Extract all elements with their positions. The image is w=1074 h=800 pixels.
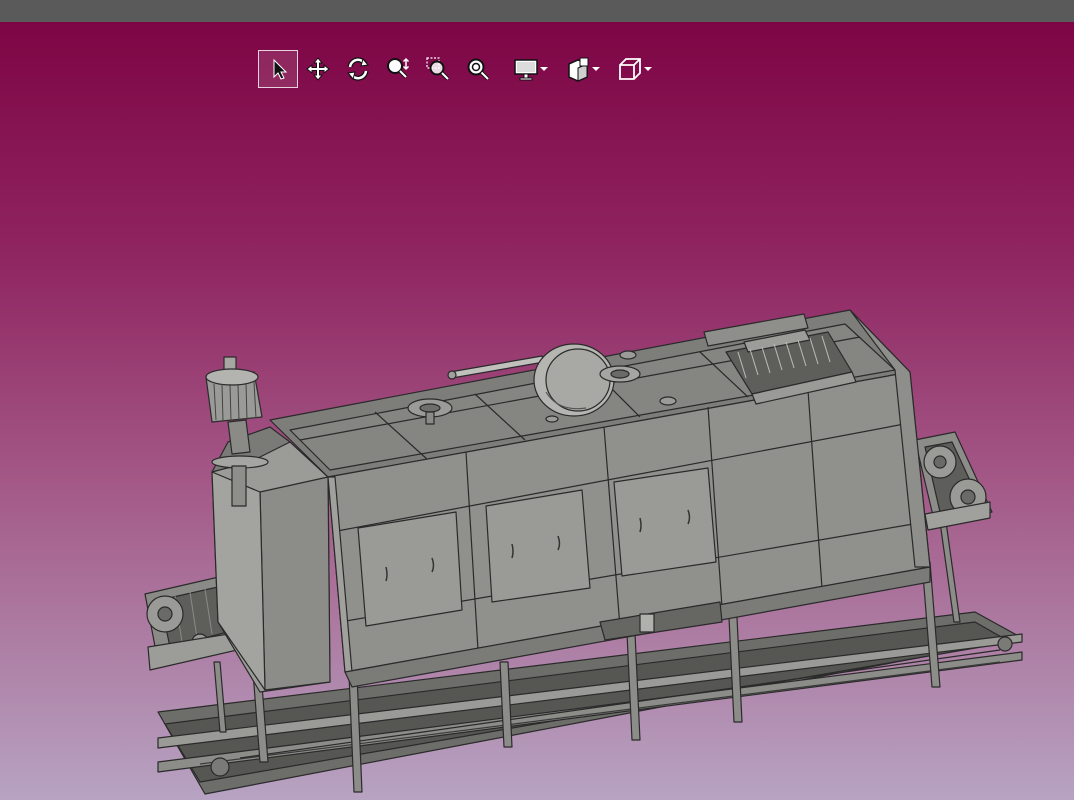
- cad-model[interactable]: [0, 22, 1074, 800]
- zoom-window-button[interactable]: [418, 50, 458, 88]
- pan-move-icon: [306, 57, 330, 81]
- outfeed-conveyor: [914, 431, 993, 531]
- render-style-button[interactable]: [558, 50, 598, 88]
- shaded-box-icon: [568, 57, 589, 82]
- zoom-window-icon: [426, 57, 450, 81]
- rotate-icon: [347, 57, 369, 81]
- select-arrow-icon: [273, 58, 288, 80]
- view-orientation-button[interactable]: [610, 50, 650, 88]
- zoom-icon: [387, 57, 410, 79]
- monitor-icon: [514, 59, 538, 81]
- fit-all-button[interactable]: [458, 50, 498, 88]
- view-toolbar: [258, 48, 662, 90]
- rotate-button[interactable]: [338, 50, 378, 88]
- 3d-viewport[interactable]: [0, 22, 1074, 800]
- display-mode-button[interactable]: [506, 50, 546, 88]
- select-button[interactable]: [258, 50, 298, 88]
- zoom-button[interactable]: [378, 50, 418, 88]
- zoom-fit-icon: [467, 58, 490, 81]
- window-title-bar: [0, 0, 1074, 22]
- cube-icon: [619, 58, 641, 80]
- pan-button[interactable]: [298, 50, 338, 88]
